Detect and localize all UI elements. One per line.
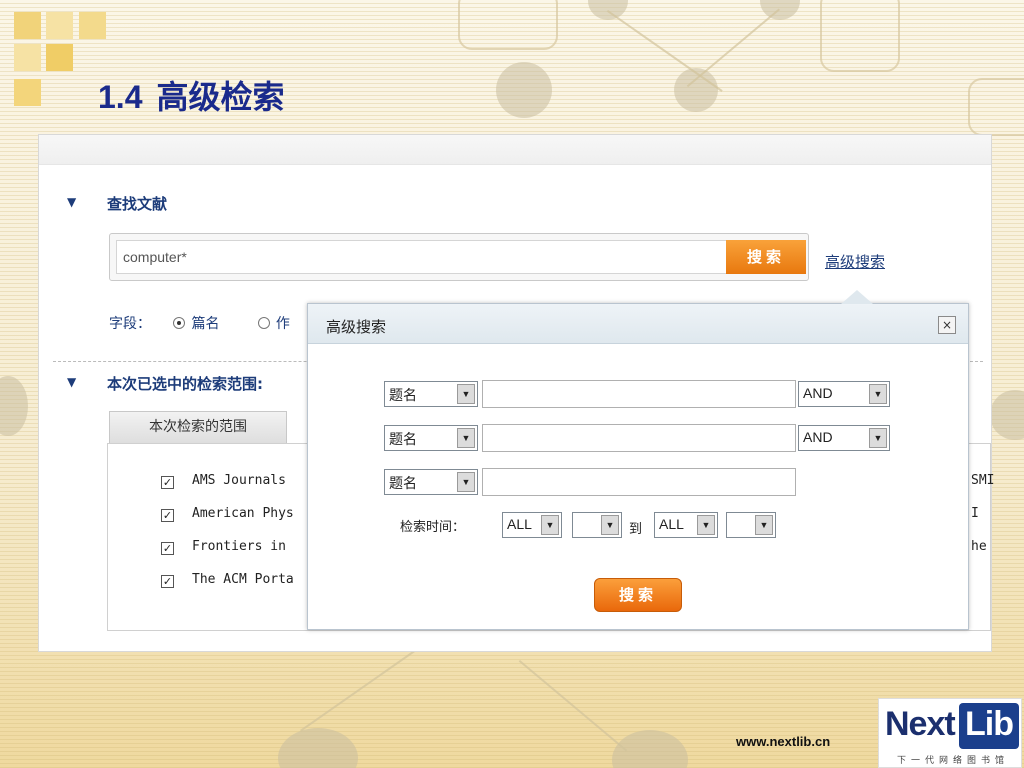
close-icon[interactable]: ×: [938, 316, 956, 334]
chevron-down-icon: ▼: [869, 428, 887, 448]
deco-line: [606, 10, 723, 92]
to-month-select[interactable]: ▼: [726, 512, 776, 538]
list-item: ✓ The ACM Porta: [161, 572, 294, 588]
time-label: 检索时间：: [400, 520, 466, 535]
search-box: computer* 搜索: [109, 233, 809, 281]
deco-circle: [760, 0, 800, 20]
logo-subtitle: 下一代网络图书馆: [897, 756, 1010, 766]
advanced-search-dialog: 高级搜索 × 题名 ▼ AND ▼ 题名 ▼ AND ▼ 题名 ▼ 检索时间： ALL ▼ …: [307, 290, 969, 630]
deco-square: [46, 44, 73, 71]
truncated-text: SMI: [971, 473, 995, 488]
deco-circle: [278, 728, 358, 768]
keyword-input[interactable]: [482, 380, 796, 408]
deco-frame: [968, 78, 1024, 136]
truncated-text: he: [971, 539, 987, 554]
list-item: ✓ Frontiers in: [161, 539, 286, 555]
operator-select[interactable]: AND ▼: [798, 425, 890, 451]
scope-section-title: 本次已选中的检索范围:: [107, 375, 263, 393]
to-year-select[interactable]: ALL ▼: [654, 512, 718, 538]
deco-frame: [458, 0, 558, 50]
checkbox[interactable]: ✓: [161, 476, 174, 489]
list-item: ✓ American Phys: [161, 506, 294, 522]
logo-word-next: Next: [885, 705, 956, 743]
checkbox[interactable]: ✓: [161, 575, 174, 588]
checkbox[interactable]: ✓: [161, 542, 174, 555]
search-input[interactable]: computer*: [116, 240, 732, 274]
field-select-value: 题名: [389, 475, 417, 491]
radio-author[interactable]: [257, 317, 270, 329]
deco-square: [14, 44, 41, 71]
database-name: American Phys: [192, 506, 294, 521]
dialog-title: 高级搜索: [326, 318, 387, 336]
database-name: Frontiers in: [192, 539, 286, 554]
deco-square: [14, 79, 41, 106]
expand-triangle-icon[interactable]: ▼: [67, 195, 76, 209]
truncated-text: I: [971, 506, 979, 521]
chevron-down-icon: ▼: [457, 472, 475, 492]
dialog-pointer: [841, 290, 873, 304]
chevron-down-icon: ▼: [697, 515, 715, 535]
chevron-down-icon: ▼: [869, 384, 887, 404]
deco-square: [79, 12, 106, 39]
deco-circle: [0, 376, 28, 436]
deco-line: [686, 8, 780, 88]
field-select-value: 题名: [389, 431, 417, 447]
chevron-down-icon: ▼: [755, 515, 773, 535]
radio-title-label: 篇名: [191, 316, 220, 332]
deco-square: [46, 12, 73, 39]
advanced-search-link[interactable]: 高级搜索: [825, 251, 885, 272]
field-label: 字段：: [109, 316, 151, 332]
keyword-input[interactable]: [482, 468, 796, 496]
logo-word-lib: Lib: [965, 705, 1014, 743]
deco-line: [300, 638, 433, 732]
chevron-down-icon: ▼: [541, 515, 559, 535]
keyword-input[interactable]: [482, 424, 796, 452]
deco-circle: [496, 62, 552, 118]
operator-select[interactable]: AND ▼: [798, 381, 890, 407]
database-name: The ACM Porta: [192, 572, 294, 587]
checkbox[interactable]: ✓: [161, 509, 174, 522]
deco-square: [14, 12, 41, 39]
slide-title-number: 1.4: [98, 79, 143, 115]
deco-frame: [820, 0, 900, 72]
dialog-search-button[interactable]: 搜索: [594, 578, 682, 612]
operator-value: AND: [803, 429, 833, 445]
to-year-value: ALL: [659, 516, 684, 532]
to-label: 到: [629, 522, 643, 537]
chevron-down-icon: ▼: [601, 515, 619, 535]
database-name: AMS Journals: [192, 473, 286, 488]
slide-title: 1.4 高级检索: [98, 72, 285, 118]
search-button[interactable]: 搜索: [726, 240, 806, 274]
chevron-down-icon: ▼: [457, 428, 475, 448]
deco-circle: [990, 390, 1024, 440]
operator-value: AND: [803, 385, 833, 401]
tab-search-scope[interactable]: 本次检索的范围: [109, 411, 287, 443]
nextlib-logo: Next Lib 下一代网络图书馆: [878, 698, 1022, 768]
field-select[interactable]: 题名 ▼: [384, 425, 478, 451]
expand-triangle-icon[interactable]: ▼: [67, 375, 76, 389]
radio-author-label: 作: [275, 316, 290, 332]
chevron-down-icon: ▼: [457, 384, 475, 404]
find-section-title: 查找文献: [107, 195, 168, 213]
field-selector: 字段： 篇名 作: [109, 313, 290, 333]
from-month-select[interactable]: ▼: [572, 512, 622, 538]
list-item: ✓ AMS Journals: [161, 473, 286, 489]
radio-title[interactable]: [173, 317, 186, 329]
dialog-header: 高级搜索 ×: [308, 304, 968, 344]
field-select-value: 题名: [389, 387, 417, 403]
page-top-bar: [39, 135, 991, 165]
deco-line: [518, 660, 628, 752]
field-select[interactable]: 题名 ▼: [384, 381, 478, 407]
website-url: www.nextlib.cn: [736, 734, 831, 749]
slide-title-text: 高级检索: [156, 78, 285, 116]
field-select[interactable]: 题名 ▼: [384, 469, 478, 495]
from-year-value: ALL: [507, 516, 532, 532]
from-year-select[interactable]: ALL ▼: [502, 512, 562, 538]
